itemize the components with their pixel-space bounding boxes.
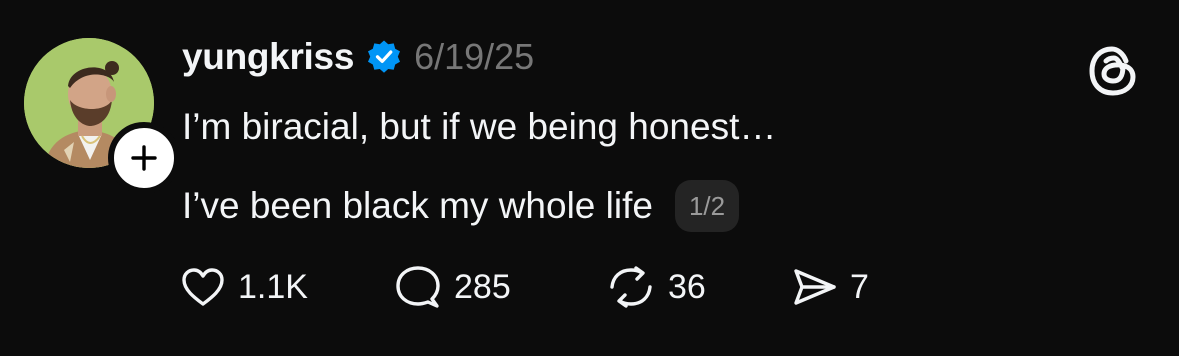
reply-button[interactable]: 285 bbox=[394, 262, 606, 312]
heart-icon bbox=[182, 268, 224, 306]
share-button[interactable]: 7 bbox=[790, 262, 869, 312]
repost-count: 36 bbox=[668, 267, 706, 306]
repost-icon bbox=[610, 266, 652, 308]
follow-button[interactable] bbox=[108, 122, 180, 194]
verified-badge-icon bbox=[368, 40, 401, 73]
username[interactable]: yungkriss bbox=[182, 36, 354, 78]
share-count: 7 bbox=[850, 267, 869, 306]
send-icon bbox=[794, 269, 836, 305]
post-header: yungkriss 6/19/25 bbox=[182, 34, 534, 80]
repost-button[interactable]: 36 bbox=[606, 262, 790, 312]
post-text-line-2: I’ve been black my whole life bbox=[182, 185, 653, 226]
like-count: 1.1K bbox=[238, 267, 308, 306]
action-bar: 1.1K 285 36 7 bbox=[180, 262, 869, 312]
avatar-container bbox=[24, 38, 180, 194]
post-text-line-2-row: I’ve been black my whole life 1/2 bbox=[182, 180, 740, 232]
reply-count: 285 bbox=[454, 267, 511, 306]
thread-post: yungkriss 6/19/25 I’m biracial, but if w… bbox=[0, 0, 1179, 356]
comment-icon bbox=[396, 266, 440, 308]
threads-logo-icon[interactable] bbox=[1086, 44, 1140, 98]
thread-counter-badge: 1/2 bbox=[674, 180, 740, 232]
plus-icon bbox=[131, 145, 157, 171]
post-text-line-1: I’m biracial, but if we being honest… bbox=[182, 106, 777, 147]
post-date[interactable]: 6/19/25 bbox=[414, 36, 534, 78]
like-button[interactable]: 1.1K bbox=[180, 262, 394, 312]
